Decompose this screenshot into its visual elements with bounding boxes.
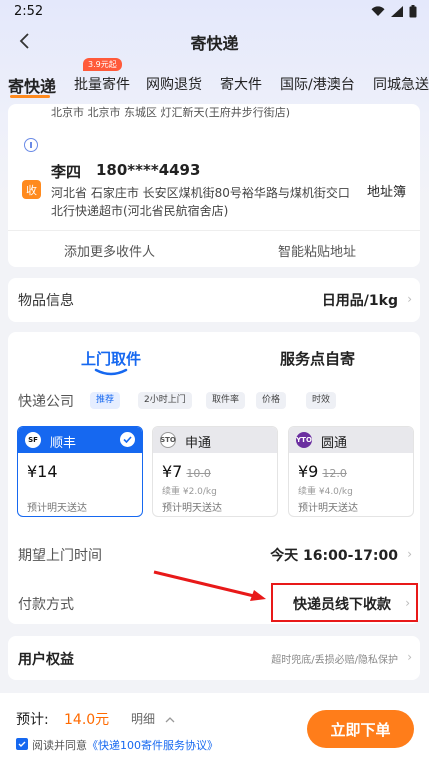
service-tabs: 寄快递 3.9元起 批量寄件 网购退货 寄大件 国际/港澳台 同城急送 <box>0 58 429 104</box>
chevron-right-icon: › <box>407 292 412 306</box>
payment-value: 快递员线下收款 <box>293 597 391 613</box>
status-icons <box>371 4 417 18</box>
goods-info-row[interactable]: 物品信息 日用品/1kg › <box>8 278 420 322</box>
courier-price: ¥9 12.0 <box>298 462 347 481</box>
courier-option-sto[interactable]: STO 申通 ¥7 10.0 续重 ¥2.0/kg 预计明天送达 <box>152 426 278 517</box>
courier-name: 圆通 <box>321 436 348 451</box>
courier-extra-weight: 续重 ¥2.0/kg <box>162 487 217 497</box>
receiver-phone[interactable]: 180****4493 <box>96 161 200 179</box>
courier-eta: 预计明天送达 <box>162 503 222 514</box>
sto-logo-icon: STO <box>160 432 176 448</box>
courier-header: YTO 圆通 <box>289 427 413 453</box>
status-time: 2:52 <box>14 3 44 19</box>
courier-option-sf[interactable]: SF 顺丰 ¥14 预计明天送达 <box>17 426 143 517</box>
tab-return[interactable]: 网购退货 <box>146 74 202 94</box>
address-book-button[interactable]: 地址簿 <box>367 181 406 200</box>
smart-paste-button[interactable]: 智能粘贴地址 <box>278 241 356 260</box>
courier-price: ¥7 10.0 <box>162 462 211 481</box>
active-tab-indicator <box>10 95 50 98</box>
sort-chip-speed[interactable]: 时效 <box>306 392 337 409</box>
goods-label: 物品信息 <box>18 293 74 309</box>
sender-address-partial[interactable]: 北京市 北京市 东城区 灯汇新天(王府井步行街店) <box>51 104 411 120</box>
courier-header: SF 顺丰 <box>18 427 142 453</box>
sort-chip-pickup-rate[interactable]: 取件率 <box>206 392 246 409</box>
pickup-time-value[interactable]: 今天 16:00-17:00 <box>270 545 398 565</box>
chevron-up-icon <box>165 717 175 723</box>
courier-option-yto[interactable]: YTO 圆通 ¥9 12.0 续重 ¥4.0/kg 预计明天送达 <box>288 426 414 517</box>
agreement-text: 阅读并同意《快递100寄件服务协议》 <box>32 737 218 753</box>
signal-icon <box>391 5 403 17</box>
chevron-right-icon: › <box>407 650 412 664</box>
tab-international[interactable]: 国际/港澳台 <box>280 74 355 94</box>
benefits-desc: 超时兜底/丢损必赔/隐私保护 <box>271 655 398 666</box>
estimate-value: 14.0元 <box>64 712 110 728</box>
estimate-label: 预计: <box>16 712 49 728</box>
bottom-action-bar: 预计: 14.0元 明细 立即下单 阅读并同意《快递100寄件服务协议》 <box>0 693 429 763</box>
courier-original-price: 10.0 <box>186 467 211 480</box>
pickup-time-label: 期望上门时间 <box>18 548 102 564</box>
tab-batch-send[interactable]: 批量寄件 <box>74 74 130 94</box>
price-detail-toggle[interactable]: 明细 <box>131 710 175 727</box>
payment-label: 付款方式 <box>18 597 74 613</box>
active-mode-indicator <box>94 368 128 376</box>
goods-value: 日用品/1kg <box>321 293 398 309</box>
courier-name: 申通 <box>185 436 212 451</box>
tab-large-item[interactable]: 寄大件 <box>220 74 262 94</box>
address-card: 北京市 北京市 东城区 灯汇新天(王府井步行街店) 收 李四 180****44… <box>8 104 420 267</box>
sort-chip-2h[interactable]: 2小时上门 <box>138 392 192 409</box>
promo-badge: 3.9元起 <box>83 58 122 71</box>
tab-send-express[interactable]: 寄快递 <box>8 73 56 97</box>
courier-extra-weight: 续重 ¥4.0/kg <box>298 487 353 497</box>
tab-same-city[interactable]: 同城急送 <box>373 74 429 94</box>
courier-original-price: 12.0 <box>322 467 347 480</box>
yto-logo-icon: YTO <box>296 432 312 448</box>
courier-label: 快递公司 <box>18 394 74 410</box>
receiver-address[interactable]: 河北省 石家庄市 长安区煤机街80号裕华路与煤机街交口北行快递超市(河北省民航宿… <box>51 184 351 220</box>
check-icon <box>120 432 135 447</box>
sf-logo-icon: SF <box>25 432 41 448</box>
wifi-icon <box>371 5 385 16</box>
courier-price: ¥14 <box>27 462 58 481</box>
courier-eta: 预计明天送达 <box>298 503 358 514</box>
divider <box>8 230 420 231</box>
agreement-prefix: 阅读并同意 <box>32 739 87 752</box>
add-more-receivers-button[interactable]: 添加更多收件人 <box>64 241 155 260</box>
courier-name: 顺丰 <box>50 436 77 451</box>
user-benefits-row[interactable]: 用户权益 超时兜底/丢损必赔/隐私保护 › <box>8 636 420 680</box>
place-order-button[interactable]: 立即下单 <box>307 710 414 748</box>
sort-chip-price[interactable]: 价格 <box>256 392 287 409</box>
page-title: 寄快递 <box>190 34 239 53</box>
check-icon <box>18 741 26 747</box>
agreement-link[interactable]: 《快递100寄件服务协议》 <box>87 739 218 752</box>
page-header: 寄快递 <box>0 24 429 58</box>
status-bar: 2:52 <box>0 0 429 22</box>
tab-onsite-pickup[interactable]: 上门取件 <box>81 348 141 369</box>
annotation-arrow-icon <box>153 570 266 601</box>
battery-icon <box>409 4 417 17</box>
chevron-right-icon: › <box>407 547 412 561</box>
benefits-label: 用户权益 <box>18 652 74 668</box>
courier-eta: 预计明天送达 <box>27 503 87 514</box>
route-icon <box>24 138 38 152</box>
sort-chip-recommended[interactable]: 推荐 <box>90 392 121 409</box>
payment-method-selector[interactable]: 快递员线下收款 › <box>271 583 418 622</box>
chevron-right-icon: › <box>405 596 410 610</box>
detail-label: 明细 <box>131 712 156 726</box>
courier-header: STO 申通 <box>153 427 277 453</box>
tab-self-send[interactable]: 服务点自寄 <box>280 348 355 369</box>
agree-checkbox[interactable] <box>16 738 28 750</box>
receiver-name[interactable]: 李四 <box>51 161 81 182</box>
receiver-icon: 收 <box>22 180 41 199</box>
